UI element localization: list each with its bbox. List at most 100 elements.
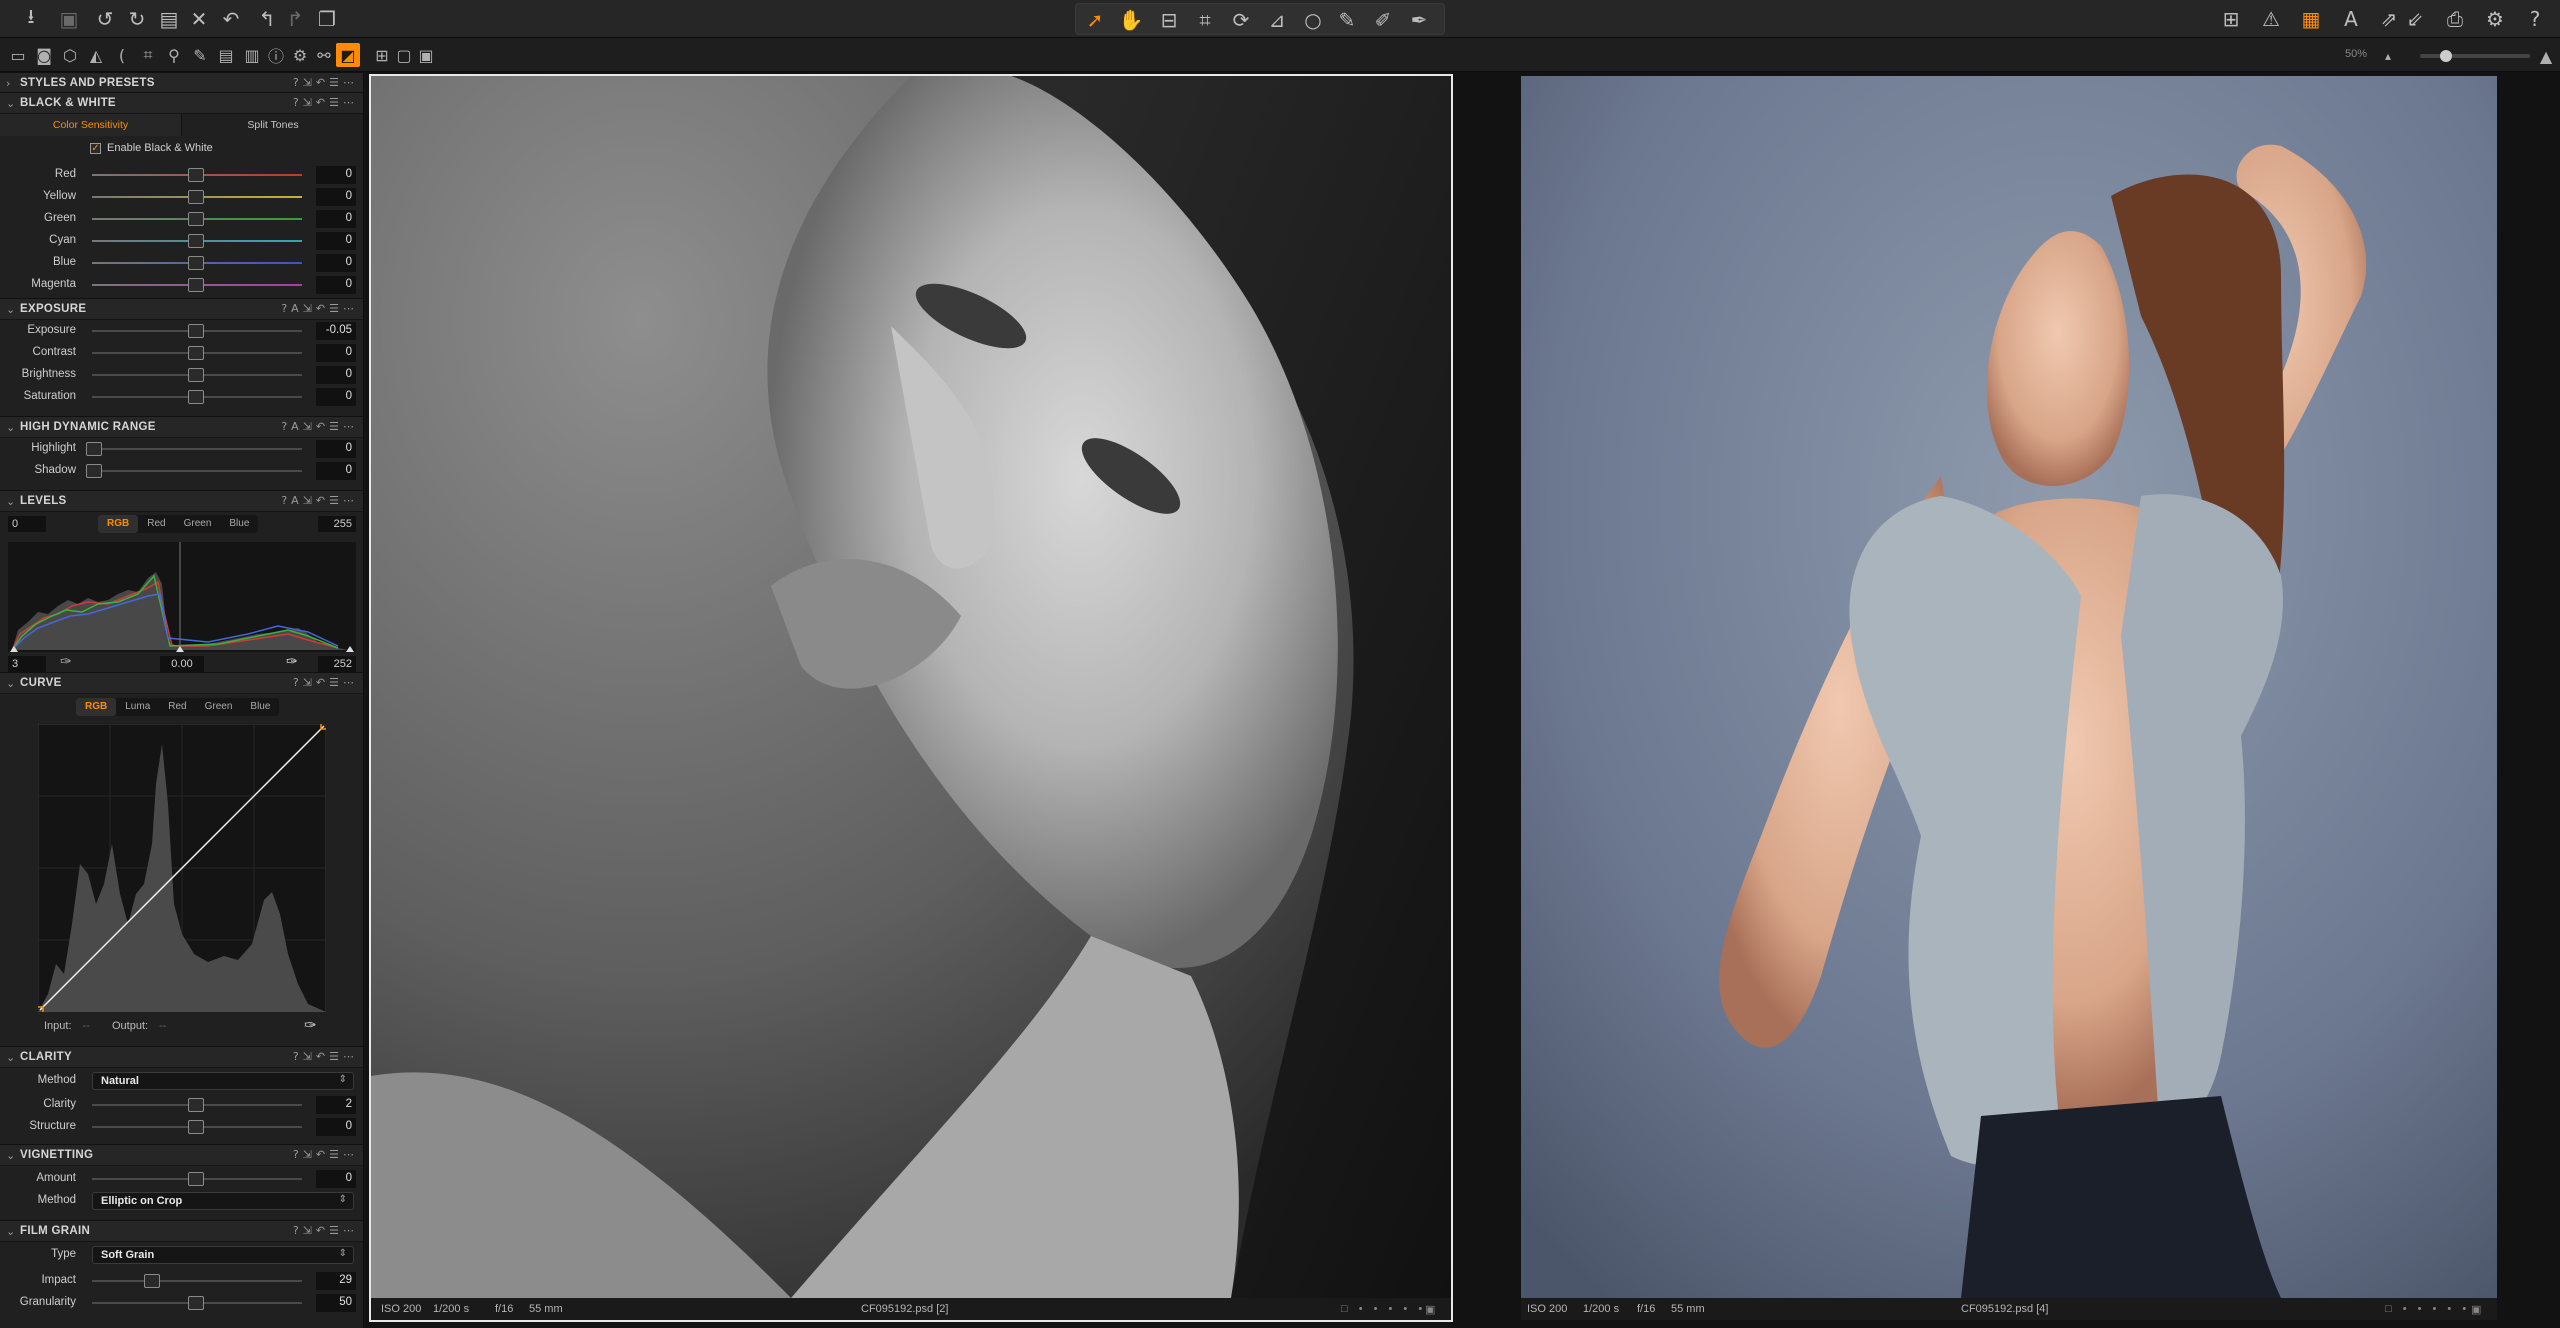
- viewer-right-frame[interactable]: ISO 200 1/200 s f/16 55 mm CF095192.psd …: [1521, 76, 2541, 1320]
- slider-knob[interactable]: [188, 278, 204, 292]
- spot-icon[interactable]: ○: [1298, 5, 1328, 35]
- vignetting-amount-knob[interactable]: [188, 1172, 204, 1186]
- slider-value[interactable]: 0: [316, 388, 356, 406]
- slider-value[interactable]: 0: [316, 188, 356, 206]
- levels-output-high[interactable]: 252: [318, 656, 356, 672]
- tab-curve-rgb[interactable]: RGB: [76, 698, 117, 716]
- lens-tab-icon[interactable]: (: [110, 43, 134, 67]
- eyedropper-white-icon[interactable]: ✑: [286, 654, 298, 670]
- zoom-slider[interactable]: [2420, 50, 2530, 62]
- straighten-icon[interactable]: ⊟: [1154, 5, 1184, 35]
- slider-value[interactable]: 0: [316, 210, 356, 228]
- styles-presets-header[interactable]: › STYLES AND PRESETS ?⇲↶☰⋯: [0, 72, 363, 94]
- local-tab-icon[interactable]: ✎: [188, 43, 212, 67]
- curve-header[interactable]: ⌄ CURVE ?⇲↶☰⋯: [0, 672, 363, 694]
- tab-levels-rgb[interactable]: RGB: [98, 515, 139, 533]
- vignetting-method-dropdown[interactable]: Elliptic on Crop ⇕: [92, 1192, 354, 1210]
- tab-split-tones[interactable]: Split Tones: [182, 114, 363, 136]
- enable-bw-checkbox[interactable]: ✓: [90, 142, 101, 154]
- tab-levels-red[interactable]: Red: [138, 515, 174, 533]
- hdr-header[interactable]: ⌄ HIGH DYNAMIC RANGE ?A⇲↶☰⋯: [0, 416, 363, 438]
- levels-input-high[interactable]: 255: [318, 516, 356, 532]
- collapse-icon[interactable]: ⇙: [2400, 4, 2430, 34]
- select-cursor-icon[interactable]: ➚: [1080, 5, 1110, 35]
- left-rating-dots[interactable]: □ • • • • •: [1341, 1303, 1426, 1315]
- eyedropper-black-icon[interactable]: ✑: [60, 654, 72, 670]
- slider-track[interactable]: [92, 1280, 302, 1282]
- brush-icon[interactable]: ✎: [1332, 5, 1362, 35]
- folder-icon[interactable]: ▤: [154, 4, 184, 34]
- clarity-method-dropdown[interactable]: Natural ⇕: [92, 1072, 354, 1090]
- slider-knob[interactable]: [188, 390, 204, 404]
- single-view-icon[interactable]: ▢: [392, 43, 416, 67]
- slider-value[interactable]: 0: [316, 440, 356, 458]
- tab-color-sensitivity[interactable]: Color Sensitivity: [0, 114, 182, 136]
- slider-value[interactable]: 0: [316, 366, 356, 384]
- enable-bw-checkbox-row[interactable]: ✓ Enable Black & White: [90, 142, 213, 154]
- color-portrait-image[interactable]: [1521, 76, 2497, 1298]
- slider-value[interactable]: 0: [316, 276, 356, 294]
- tab-curve-green[interactable]: Green: [196, 698, 242, 716]
- tool-header-icons[interactable]: ?⇲↶☰⋯: [293, 1050, 358, 1063]
- settings-icon[interactable]: ⚙: [2480, 4, 2510, 34]
- curve-graph[interactable]: [38, 724, 326, 1012]
- duplicate-icon[interactable]: ❐: [312, 4, 342, 34]
- tab-curve-red[interactable]: Red: [159, 698, 195, 716]
- black-white-header[interactable]: ⌄ BLACK & WHITE ?⇲↶☰⋯: [0, 92, 363, 114]
- styles-tab-icon[interactable]: ⚯: [312, 43, 336, 67]
- rotate-left-icon[interactable]: ↺: [90, 4, 120, 34]
- chevron-down-icon[interactable]: ⌄: [6, 421, 20, 434]
- slider-knob[interactable]: [144, 1274, 160, 1288]
- text-icon[interactable]: A: [2336, 4, 2366, 34]
- adjust-tab-icon[interactable]: ▥: [240, 43, 264, 67]
- slider-knob[interactable]: [188, 346, 204, 360]
- zoom-slider-knob[interactable]: [2440, 50, 2452, 62]
- delete-icon[interactable]: ✕: [184, 4, 214, 34]
- tool-header-icons[interactable]: ?A⇲↶☰⋯: [281, 420, 358, 433]
- tab-levels-blue[interactable]: Blue: [220, 515, 258, 533]
- rotate-right-icon[interactable]: ↻: [122, 4, 152, 34]
- bw-portrait-image[interactable]: [371, 76, 1451, 1298]
- levels-input-low[interactable]: 0: [8, 516, 46, 532]
- black-white-tab-icon[interactable]: ◩: [336, 43, 360, 67]
- print-icon[interactable]: ⎙: [2440, 4, 2470, 34]
- exposure-header[interactable]: ⌄ EXPOSURE ?A⇲↶☰⋯: [0, 298, 363, 320]
- slider-knob[interactable]: [188, 324, 204, 338]
- slider-knob[interactable]: [188, 212, 204, 226]
- levels-header[interactable]: ⌄ LEVELS ?A⇲↶☰⋯: [0, 490, 363, 512]
- slider-knob[interactable]: [188, 256, 204, 270]
- vignetting-header[interactable]: ⌄ VIGNETTING ?⇲↶☰⋯: [0, 1144, 363, 1166]
- output-tab-icon[interactable]: ▤: [214, 43, 238, 67]
- slider-knob[interactable]: [188, 234, 204, 248]
- slider-value[interactable]: 0: [316, 166, 356, 184]
- crop-icon[interactable]: ⌗: [1190, 5, 1220, 35]
- grain-type-dropdown[interactable]: Soft Grain ⇕: [92, 1246, 354, 1264]
- import-icon[interactable]: ⭳: [16, 4, 46, 34]
- chevron-down-icon[interactable]: ⌄: [6, 1051, 20, 1064]
- overlay-icon[interactable]: ▦: [2296, 4, 2326, 34]
- viewer-left-frame[interactable]: ISO 200 1/200 s f/16 55 mm CF095192.psd …: [369, 74, 1453, 1322]
- tool-header-icons[interactable]: ?⇲↶☰⋯: [293, 76, 358, 89]
- tool-header-icons[interactable]: ?⇲↶☰⋯: [293, 1148, 358, 1161]
- right-rating-dots[interactable]: □ • • • • •: [2385, 1303, 2470, 1315]
- chevron-down-icon[interactable]: ⌄: [6, 677, 20, 690]
- rotate-icon[interactable]: ⟳: [1226, 5, 1256, 35]
- forward-icon[interactable]: ↱: [280, 4, 310, 34]
- metadata-tab-icon[interactable]: ⓘ: [264, 43, 288, 67]
- keystone-icon[interactable]: ⊿: [1262, 5, 1292, 35]
- levels-histogram[interactable]: [8, 542, 356, 652]
- zoom-out-icon[interactable]: ▴: [2376, 44, 2400, 68]
- clarity-header[interactable]: ⌄ CLARITY ?⇲↶☰⋯: [0, 1046, 363, 1068]
- curve-picker-icon[interactable]: ✑: [304, 1016, 317, 1034]
- chevron-down-icon[interactable]: ⌄: [6, 495, 20, 508]
- capture-tab-icon[interactable]: ◙: [32, 43, 56, 67]
- slider-value[interactable]: 0: [316, 1118, 356, 1136]
- slider-value[interactable]: 0: [316, 254, 356, 272]
- levels-midtone-value[interactable]: 0.00: [160, 656, 204, 672]
- slider-knob[interactable]: [188, 168, 204, 182]
- slider-knob[interactable]: [188, 1296, 204, 1310]
- slider-knob[interactable]: [86, 442, 102, 456]
- tab-curve-luma[interactable]: Luma: [116, 698, 159, 716]
- slider-value[interactable]: 0: [316, 462, 356, 480]
- batch-tab-icon[interactable]: ⚙: [288, 43, 312, 67]
